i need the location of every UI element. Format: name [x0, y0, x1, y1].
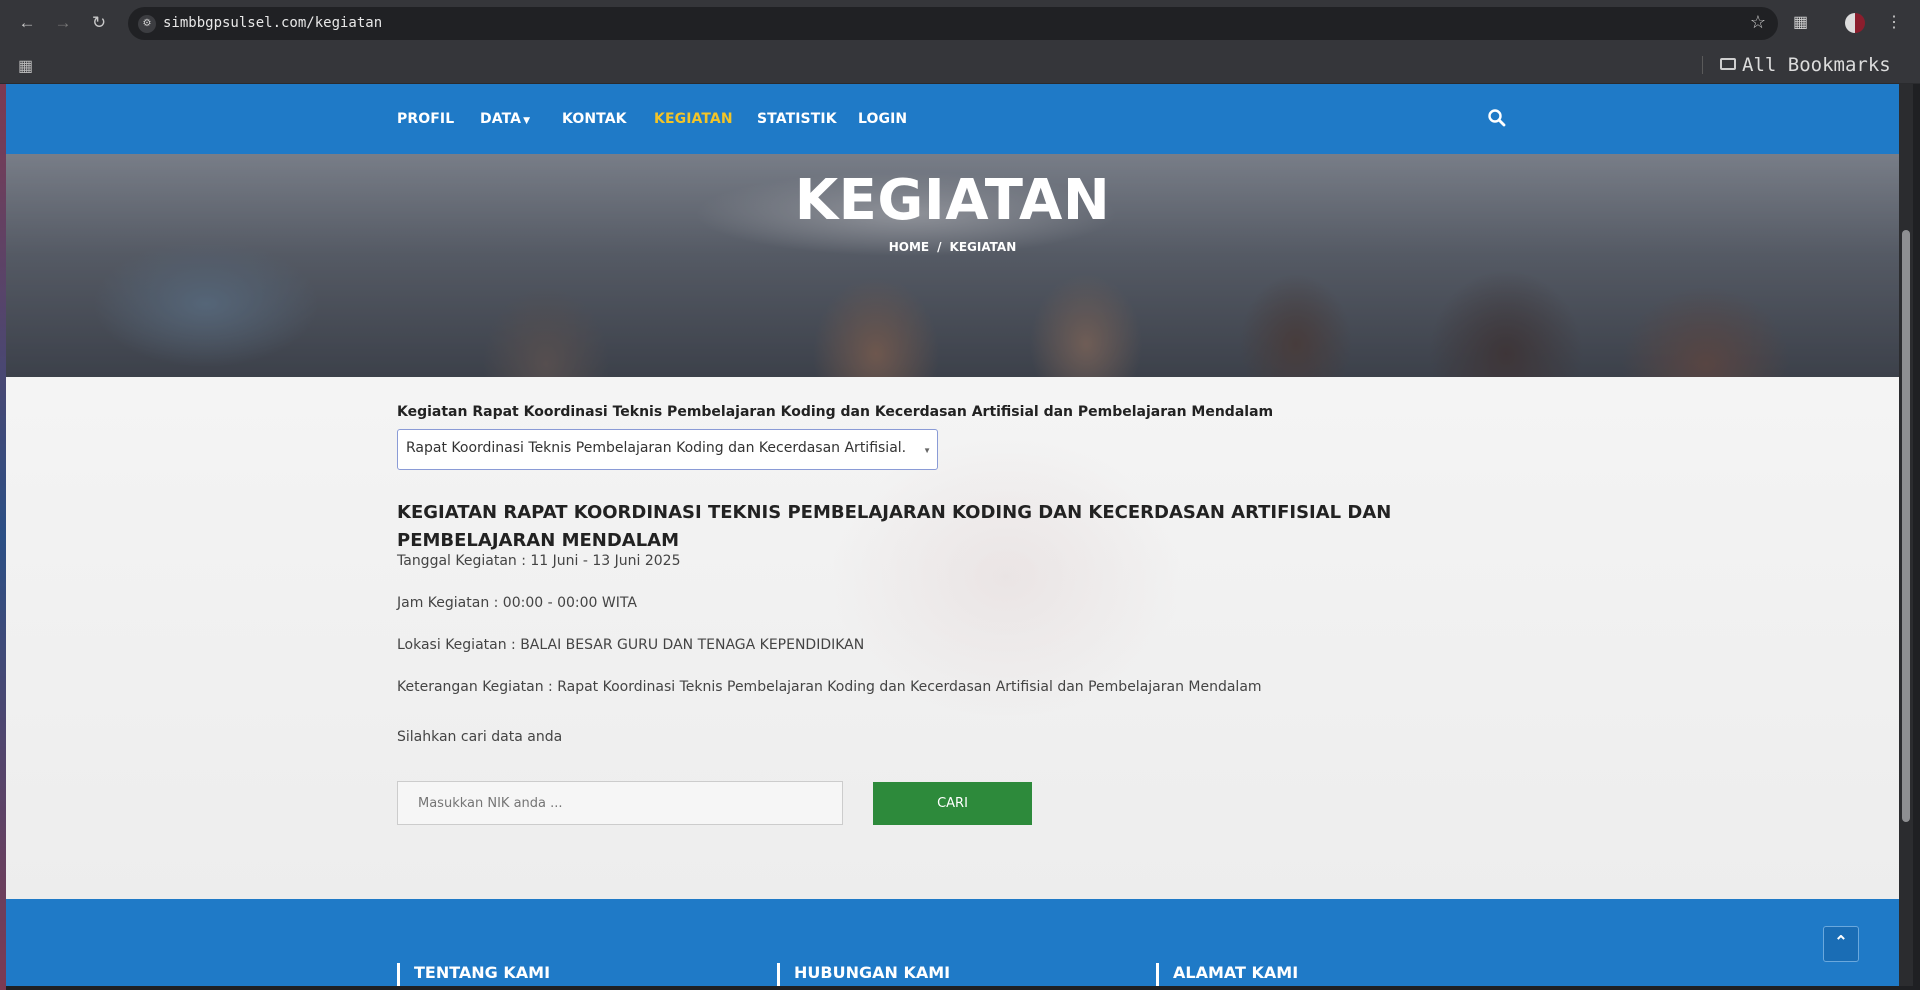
page-scrollbar[interactable]	[1899, 84, 1913, 986]
lokasi-kegiatan: Lokasi Kegiatan : BALAI BESAR GURU DAN T…	[397, 637, 865, 653]
bookmark-star-icon[interactable]: ☆	[1750, 12, 1766, 33]
address-bar[interactable]: ⚙ simbbgpsulsel.com/kegiatan ☆	[128, 7, 1778, 40]
address-url[interactable]: simbbgpsulsel.com/kegiatan	[163, 15, 382, 31]
bookmarks-bar: ▦ All Bookmarks	[0, 46, 1920, 84]
search-prompt: Silahkan cari data anda	[397, 729, 563, 745]
all-bookmarks-label: All Bookmarks	[1742, 54, 1891, 76]
profile-avatar[interactable]	[1845, 13, 1865, 33]
nav-item-data[interactable]: DATA ▼	[480, 111, 530, 127]
hero-banner: KEGIATAN HOME / KEGIATAN	[6, 154, 1899, 377]
nav-item-kontak[interactable]: KONTAK	[562, 111, 627, 127]
site-info-icon[interactable]: ⚙	[138, 15, 156, 33]
extensions-icon[interactable]: ▦	[1793, 12, 1808, 32]
site-footer: TENTANG KAMI HUBUNGAN KAMI ALAMAT KAMI ⌃	[6, 899, 1899, 986]
tanggal-kegiatan: Tanggal Kegiatan : 11 Juni - 13 Juni 202…	[397, 553, 681, 569]
folder-icon	[1720, 58, 1736, 70]
breadcrumb-current: KEGIATAN	[949, 240, 1017, 254]
site-navbar: PROFIL DATA ▼ KONTAK KEGIATAN STATISTIK L…	[6, 84, 1899, 154]
nav-item-data-label: DATA	[480, 111, 522, 127]
scroll-to-top-button[interactable]: ⌃	[1823, 926, 1859, 962]
breadcrumb-home[interactable]: HOME	[889, 240, 929, 254]
bookmarks-divider	[1702, 56, 1703, 74]
main-content: Kegiatan Rapat Koordinasi Teknis Pembela…	[6, 377, 1899, 899]
nav-item-profil[interactable]: PROFIL	[397, 111, 454, 127]
kegiatan-select-label: Kegiatan Rapat Koordinasi Teknis Pembela…	[397, 404, 1274, 420]
kegiatan-heading: KEGIATAN RAPAT KOORDINASI TEKNIS PEMBELA…	[397, 502, 1392, 551]
chevron-down-icon: ▼	[923, 446, 931, 455]
all-bookmarks-button[interactable]: All Bookmarks	[1720, 54, 1891, 76]
double-chevron-up-icon: ⌃	[1834, 934, 1848, 951]
nik-input[interactable]	[397, 781, 843, 825]
cari-button[interactable]: CARI	[873, 782, 1032, 825]
kegiatan-select-value: Rapat Koordinasi Teknis Pembelajaran Kod…	[406, 440, 906, 456]
footer-heading-tentang: TENTANG KAMI	[397, 963, 550, 986]
search-icon[interactable]	[1487, 108, 1507, 128]
keterangan-kegiatan: Keterangan Kegiatan : Rapat Koordinasi T…	[397, 679, 1262, 695]
nav-item-statistik[interactable]: STATISTIK	[757, 111, 837, 127]
chevron-down-icon: ▼	[523, 116, 531, 126]
page-title: KEGIATAN	[794, 168, 1111, 233]
reload-icon[interactable]: ↻	[88, 12, 110, 34]
footer-heading-hubungan: HUBUNGAN KAMI	[777, 963, 950, 986]
forward-icon[interactable]: →	[52, 12, 74, 34]
breadcrumb: HOME / KEGIATAN	[6, 240, 1899, 254]
kegiatan-select[interactable]: Rapat Koordinasi Teknis Pembelajaran Kod…	[397, 429, 938, 470]
jam-kegiatan: Jam Kegiatan : 00:00 - 00:00 WITA	[397, 595, 637, 611]
scrollbar-thumb[interactable]	[1902, 230, 1910, 822]
browser-toolbar: ← → ↻ ⚙ simbbgpsulsel.com/kegiatan ☆ ▦ ⋮	[0, 0, 1920, 46]
page-viewport: PROFIL DATA ▼ KONTAK KEGIATAN STATISTIK L…	[6, 84, 1899, 986]
footer-heading-alamat: ALAMAT KAMI	[1156, 963, 1298, 986]
nav-item-login[interactable]: LOGIN	[858, 111, 907, 127]
apps-grid-icon[interactable]: ▦	[18, 56, 33, 76]
back-icon[interactable]: ←	[16, 12, 38, 34]
nav-item-kegiatan[interactable]: KEGIATAN	[654, 111, 733, 127]
breadcrumb-separator: /	[937, 240, 942, 254]
menu-icon[interactable]: ⋮	[1886, 12, 1902, 32]
